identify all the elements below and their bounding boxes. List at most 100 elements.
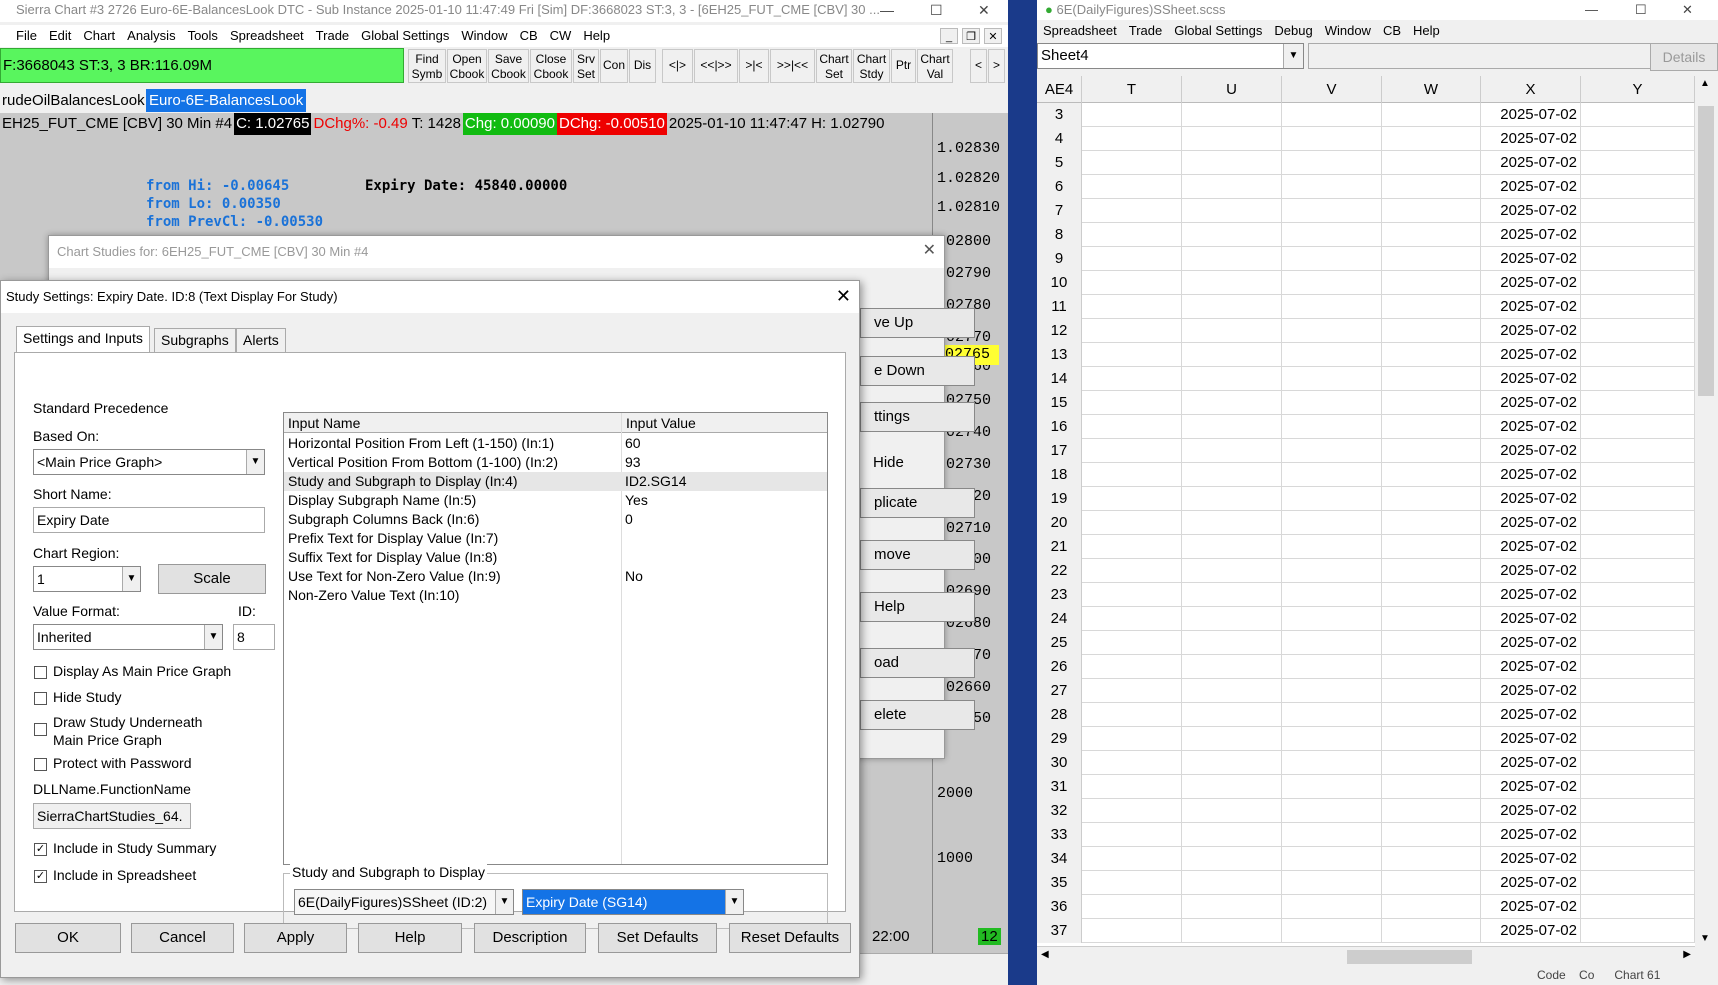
draw-underneath-checkbox[interactable]: [34, 723, 47, 736]
grid-cell[interactable]: [1282, 775, 1382, 799]
grid-cell[interactable]: [1382, 631, 1481, 655]
grid-cell[interactable]: [1082, 871, 1182, 895]
scroll-down-icon[interactable]: ▼: [1700, 933, 1710, 944]
menu-trade[interactable]: Trade: [1123, 20, 1168, 42]
grid-cell[interactable]: [1382, 607, 1481, 631]
grid-cell[interactable]: [1182, 175, 1282, 199]
grid-cell[interactable]: [1581, 751, 1695, 775]
grid-cell[interactable]: [1382, 823, 1481, 847]
include-spreadsheet-checkbox[interactable]: ✓: [34, 870, 47, 883]
row-header[interactable]: 14: [1037, 367, 1082, 391]
maximize-icon[interactable]: ☐: [1635, 0, 1647, 20]
protect-password-checkbox[interactable]: [34, 758, 47, 771]
grid-cell[interactable]: [1581, 271, 1695, 295]
grid-cell[interactable]: [1082, 679, 1182, 703]
grid-cell[interactable]: [1382, 127, 1481, 151]
grid-cell[interactable]: [1082, 247, 1182, 271]
grid-cell[interactable]: [1382, 199, 1481, 223]
grid-cell[interactable]: [1182, 223, 1282, 247]
delete-button[interactable]: elete: [860, 700, 975, 730]
toolbar-right-button[interactable]: >: [988, 49, 1005, 83]
chart-values-button[interactable]: Chart Val: [917, 49, 953, 83]
menu-cw[interactable]: CW: [544, 25, 578, 47]
column-x-value[interactable]: 2025-07-02: [1481, 823, 1581, 847]
based-on-select[interactable]: <Main Price Graph> ▼: [33, 449, 265, 475]
grid-cell[interactable]: [1382, 391, 1481, 415]
menu-analysis[interactable]: Analysis: [121, 25, 181, 47]
grid-cell[interactable]: [1282, 391, 1382, 415]
grid-cell[interactable]: [1282, 223, 1382, 247]
grid-cell[interactable]: [1382, 751, 1481, 775]
row-header[interactable]: 23: [1037, 583, 1082, 607]
grid-cell[interactable]: [1382, 847, 1481, 871]
column-x-value[interactable]: 2025-07-02: [1481, 775, 1581, 799]
grid-cell[interactable]: [1182, 439, 1282, 463]
grid-cell[interactable]: [1082, 583, 1182, 607]
grid-cell[interactable]: [1082, 655, 1182, 679]
menu-help[interactable]: Help: [1407, 20, 1446, 42]
column-header[interactable]: Y: [1581, 76, 1695, 103]
grid-cell[interactable]: [1382, 775, 1481, 799]
grid-cell[interactable]: [1581, 247, 1695, 271]
grid-cell[interactable]: [1182, 895, 1282, 919]
row-header[interactable]: 17: [1037, 439, 1082, 463]
row-header[interactable]: 12: [1037, 319, 1082, 343]
grid-cell[interactable]: [1282, 439, 1382, 463]
input-row[interactable]: Subgraph Columns Back (In:6) 0: [284, 510, 827, 529]
grid-cell[interactable]: [1581, 847, 1695, 871]
grid-cell[interactable]: [1282, 319, 1382, 343]
grid-cell[interactable]: [1282, 559, 1382, 583]
row-header[interactable]: 27: [1037, 679, 1082, 703]
grid-cell[interactable]: [1082, 631, 1182, 655]
duplicate-button[interactable]: plicate: [860, 488, 975, 518]
column-x-value[interactable]: 2025-07-02: [1481, 871, 1581, 895]
grid-cell[interactable]: [1282, 367, 1382, 391]
grid-cell[interactable]: [1082, 367, 1182, 391]
row-header[interactable]: 35: [1037, 871, 1082, 895]
grid-cell[interactable]: [1182, 319, 1282, 343]
grid-cell[interactable]: [1382, 559, 1481, 583]
details-button[interactable]: Details: [1650, 43, 1718, 71]
menu-spreadsheet[interactable]: Spreadsheet: [224, 25, 310, 47]
grid-cell[interactable]: [1382, 511, 1481, 535]
grid-cell[interactable]: [1082, 175, 1182, 199]
find-symbol-button[interactable]: Find Symb: [408, 49, 446, 83]
row-header[interactable]: 20: [1037, 511, 1082, 535]
menu-spreadsheet[interactable]: Spreadsheet: [1037, 20, 1123, 42]
row-header[interactable]: 5: [1037, 151, 1082, 175]
scale-button[interactable]: Scale: [158, 564, 266, 594]
grid-cell[interactable]: [1082, 103, 1182, 127]
row-header[interactable]: 32: [1037, 799, 1082, 823]
grid-cell[interactable]: [1282, 847, 1382, 871]
subgraph-select[interactable]: Expiry Date (SG14) ▼: [522, 889, 744, 915]
row-header[interactable]: 8: [1037, 223, 1082, 247]
grid-cell[interactable]: [1182, 103, 1282, 127]
grid-cell[interactable]: [1382, 247, 1481, 271]
minimize-icon[interactable]: —: [880, 0, 894, 20]
grid-cell[interactable]: [1082, 319, 1182, 343]
column-x-value[interactable]: 2025-07-02: [1481, 583, 1581, 607]
grid-cell[interactable]: [1082, 223, 1182, 247]
grid-cell[interactable]: [1182, 127, 1282, 151]
grid-cell[interactable]: [1581, 487, 1695, 511]
column-x-value[interactable]: 2025-07-02: [1481, 919, 1581, 943]
grid-cell[interactable]: [1382, 295, 1481, 319]
grid-cell[interactable]: [1182, 247, 1282, 271]
mdi-close-icon[interactable]: ✕: [984, 28, 1002, 44]
remove-button[interactable]: move: [860, 540, 975, 570]
grid-cell[interactable]: [1282, 415, 1382, 439]
menu-global-settings[interactable]: Global Settings: [1168, 20, 1268, 42]
grid-cell[interactable]: [1082, 775, 1182, 799]
chart-region-select[interactable]: 1 ▼: [33, 566, 141, 592]
menu-cb[interactable]: CB: [1377, 20, 1407, 42]
column-x-value[interactable]: 2025-07-02: [1481, 799, 1581, 823]
grid-cell[interactable]: [1382, 439, 1481, 463]
grid-cell[interactable]: [1581, 319, 1695, 343]
move-up-button[interactable]: ve Up: [860, 308, 975, 338]
tab-settings-inputs[interactable]: Settings and Inputs: [16, 326, 150, 352]
column-x-value[interactable]: 2025-07-02: [1481, 319, 1581, 343]
grid-cell[interactable]: [1082, 559, 1182, 583]
row-header[interactable]: 34: [1037, 847, 1082, 871]
cancel-button[interactable]: Cancel: [131, 923, 234, 953]
grid-cell[interactable]: [1182, 463, 1282, 487]
